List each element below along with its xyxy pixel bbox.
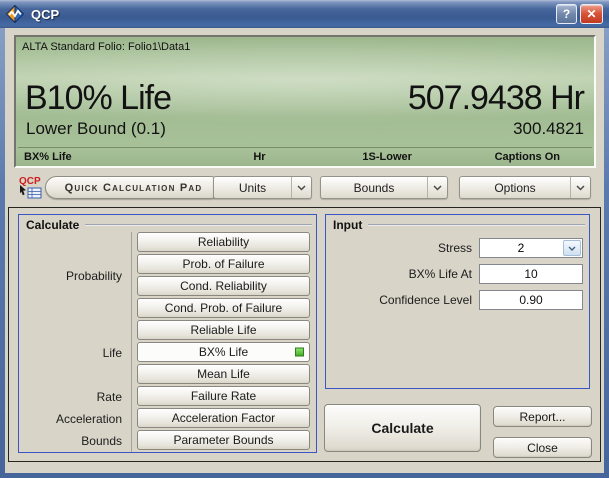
window-title: QCP bbox=[31, 7, 553, 22]
selected-indicator-led-icon bbox=[295, 348, 304, 357]
chevron-down-icon[interactable] bbox=[427, 177, 447, 198]
acceleration-row: Acceleration Acceleration Factor bbox=[19, 408, 316, 430]
results-display: ALTA Standard Folio: Folio1\Data1 B10% L… bbox=[14, 35, 596, 168]
status-metric: BX% Life bbox=[24, 151, 72, 163]
qcp-logo-text: QCP bbox=[19, 176, 41, 187]
title-bar: QCP ? ✕ bbox=[0, 0, 609, 28]
bx-life-button-label: BX% Life bbox=[199, 345, 248, 359]
result-value: 507.9438 Hr bbox=[408, 79, 584, 118]
bx-life-at-label: BX% Life At bbox=[409, 267, 479, 281]
confidence-level-row: Confidence Level bbox=[326, 290, 583, 310]
bx-life-at-input[interactable] bbox=[479, 264, 583, 284]
status-bounds: 1S-Lower bbox=[362, 151, 412, 163]
chevron-down-icon[interactable] bbox=[570, 177, 590, 198]
failure-rate-button[interactable]: Failure Rate bbox=[137, 386, 310, 406]
confidence-level-label: Confidence Level bbox=[379, 293, 479, 307]
prob-of-failure-button[interactable]: Prob. of Failure bbox=[137, 254, 310, 274]
qcp-window: QCP ? ✕ ALTA Standard Folio: Folio1\Data… bbox=[0, 0, 609, 478]
bx-life-button[interactable]: BX% Life bbox=[137, 342, 310, 362]
options-menu-button[interactable]: Options bbox=[459, 176, 591, 199]
bound-label: Lower Bound (0.1) bbox=[26, 119, 166, 139]
bounds-row: Bounds Parameter Bounds bbox=[19, 430, 316, 452]
cond-reliability-button[interactable]: Cond. Reliability bbox=[137, 276, 310, 296]
group-title-rule bbox=[368, 224, 585, 226]
display-status-bar: BX% Life Hr 1S-Lower Captions On bbox=[18, 147, 592, 165]
stress-select[interactable]: 2 bbox=[479, 238, 583, 258]
data-source-caption: ALTA Standard Folio: Folio1\Data1 bbox=[22, 41, 190, 53]
chevron-down-icon[interactable] bbox=[563, 240, 581, 256]
result-label: B10% Life bbox=[25, 79, 171, 118]
status-captions: Captions On bbox=[495, 151, 560, 163]
mean-life-button[interactable]: Mean Life bbox=[137, 364, 310, 384]
input-group-title: Input bbox=[333, 218, 362, 232]
bound-value: 300.4821 bbox=[513, 119, 584, 139]
cond-prob-of-failure-button[interactable]: Cond. Prob. of Failure bbox=[137, 298, 310, 318]
status-units: Hr bbox=[253, 151, 265, 163]
dialog-body: ALTA Standard Folio: Folio1\Data1 B10% L… bbox=[5, 28, 604, 473]
main-panel: Calculate Probability Reliability Prob. … bbox=[8, 207, 601, 462]
chevron-down-icon[interactable] bbox=[291, 177, 311, 198]
parameter-bounds-button[interactable]: Parameter Bounds bbox=[137, 430, 310, 450]
units-menu-label: Units bbox=[214, 177, 291, 198]
units-menu-button[interactable]: Units bbox=[213, 176, 312, 199]
stress-value: 2 bbox=[480, 239, 562, 257]
group-title-rule bbox=[85, 224, 312, 226]
bx-life-at-row: BX% Life At bbox=[326, 264, 583, 284]
acceleration-factor-button[interactable]: Acceleration Factor bbox=[137, 408, 310, 428]
probability-row: Probability Reliability Prob. of Failure… bbox=[19, 232, 316, 320]
close-button[interactable]: Close bbox=[493, 437, 592, 458]
app-icon bbox=[6, 5, 24, 23]
category-label-acceleration: Acceleration bbox=[19, 412, 131, 426]
life-row: Life Reliable Life BX% Life Mean Life bbox=[19, 320, 316, 386]
help-button[interactable]: ? bbox=[556, 4, 577, 24]
toolbar: QCP Quick Calculation Pad Units Bounds bbox=[5, 174, 604, 204]
category-label-probability: Probability bbox=[19, 269, 131, 283]
input-group: Input Stress 2 BX% Life At bbox=[325, 214, 590, 389]
rate-row: Rate Failure Rate bbox=[19, 386, 316, 408]
options-menu-label: Options bbox=[460, 177, 570, 198]
category-label-rate: Rate bbox=[19, 390, 131, 404]
stress-row: Stress 2 bbox=[326, 238, 583, 258]
calculate-group-title: Calculate bbox=[26, 218, 79, 232]
close-icon[interactable]: ✕ bbox=[580, 4, 603, 24]
stress-label: Stress bbox=[438, 241, 479, 255]
category-label-life: Life bbox=[19, 346, 131, 360]
report-button[interactable]: Report... bbox=[493, 406, 592, 427]
category-label-bounds: Bounds bbox=[19, 434, 131, 448]
qcp-logo-icon: QCP bbox=[16, 174, 44, 201]
quick-calculation-pad-button[interactable]: Quick Calculation Pad bbox=[45, 176, 222, 199]
reliable-life-button[interactable]: Reliable Life bbox=[137, 320, 310, 340]
calculate-button[interactable]: Calculate bbox=[324, 404, 481, 452]
reliability-button[interactable]: Reliability bbox=[137, 232, 310, 252]
bounds-menu-button[interactable]: Bounds bbox=[320, 176, 448, 199]
confidence-level-input[interactable] bbox=[479, 290, 583, 310]
bounds-menu-label: Bounds bbox=[321, 177, 427, 198]
calculate-group: Calculate Probability Reliability Prob. … bbox=[18, 214, 317, 453]
